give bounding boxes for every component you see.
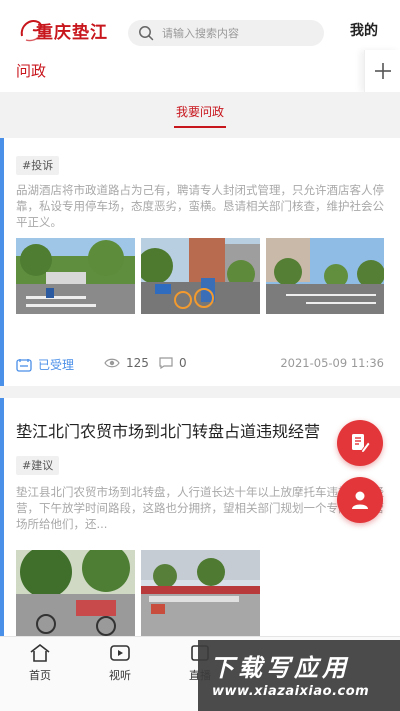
search-placeholder: 请输入搜索内容 (162, 27, 239, 40)
card-accent-bar (0, 398, 4, 638)
view-count-value: 125 (126, 356, 149, 370)
my-profile-button[interactable] (337, 477, 383, 523)
comment-icon (159, 357, 173, 369)
market-photo-image (141, 550, 260, 636)
tab-my-inquiry[interactable]: 我要问政 (0, 103, 400, 120)
post-tag: #建议 (16, 456, 60, 475)
add-channel-button[interactable] (364, 50, 400, 92)
nav-home[interactable]: 首页 (10, 643, 70, 683)
eye-icon (104, 358, 120, 368)
tab-underline (174, 126, 226, 128)
user-icon (352, 491, 368, 509)
post-meta: 已受理 125 0 2021-05-09 11:36 (16, 356, 384, 376)
logo-text: 重庆垫江 (36, 23, 108, 43)
market-photo-image (16, 550, 135, 636)
post-photo[interactable] (141, 238, 260, 314)
view-count: 125 (104, 356, 149, 370)
nav-home-label: 首页 (29, 669, 51, 682)
post-photo[interactable] (141, 550, 260, 636)
status-icon (16, 358, 32, 372)
watermark-overlay: 下载写应用 www.xiazaixiao.com (198, 640, 400, 711)
street-photo-image (266, 238, 384, 314)
post-card[interactable]: #投诉 品湖酒店将市政道路占为己有，聘请专人封闭式管理，只允许酒店客人停靠，私设… (0, 138, 400, 386)
home-icon (30, 643, 50, 662)
watermark-url: www.xiazaixiao.com (212, 684, 370, 699)
post-title[interactable]: 垫江北门农贸市场到北门转盘占道违规经营 (16, 418, 376, 442)
post-photo[interactable] (266, 238, 384, 314)
tab-bar: 我要问政 (0, 92, 400, 136)
app-screen: 重庆垫江 请输入搜索内容 我的 问政 我要问政 #投诉 品湖酒店将市政道路占为己… (0, 0, 400, 711)
post-photo[interactable] (16, 238, 135, 314)
comment-count[interactable]: 0 (159, 356, 187, 370)
search-icon (139, 26, 154, 41)
post-tag: #投诉 (16, 156, 60, 175)
post-description: 垫江县北门农贸市场到北转盘，人行道长达十年以上放摩托车违规占道经营，下午放学时间… (16, 485, 384, 531)
watermark-title: 下载写应用 (210, 654, 350, 682)
section-title[interactable]: 问政 (16, 60, 46, 81)
app-logo[interactable]: 重庆垫江 (16, 14, 116, 46)
nav-video-label: 视听 (109, 669, 131, 682)
edit-icon (352, 434, 371, 454)
post-photo[interactable] (16, 550, 135, 636)
post-description: 品湖酒店将市政道路占为己有，聘请专人封闭式管理，只允许酒店客人停靠，私设专用停车… (16, 183, 384, 229)
play-icon (110, 645, 130, 661)
section-bar: 问政 (0, 50, 400, 92)
status-badge: 已受理 (16, 356, 74, 373)
nav-video[interactable]: 视听 (90, 643, 150, 683)
card-accent-bar (0, 138, 4, 386)
mine-link[interactable]: 我的 (350, 20, 378, 40)
plus-icon (374, 63, 391, 79)
street-photo-image (141, 238, 260, 314)
street-photo-image (16, 238, 135, 314)
post-date: 2021-05-09 11:36 (280, 356, 384, 370)
search-input[interactable]: 请输入搜索内容 (128, 20, 324, 46)
write-post-button[interactable] (337, 420, 383, 466)
comment-count-value: 0 (179, 356, 187, 370)
status-label: 已受理 (38, 358, 75, 372)
